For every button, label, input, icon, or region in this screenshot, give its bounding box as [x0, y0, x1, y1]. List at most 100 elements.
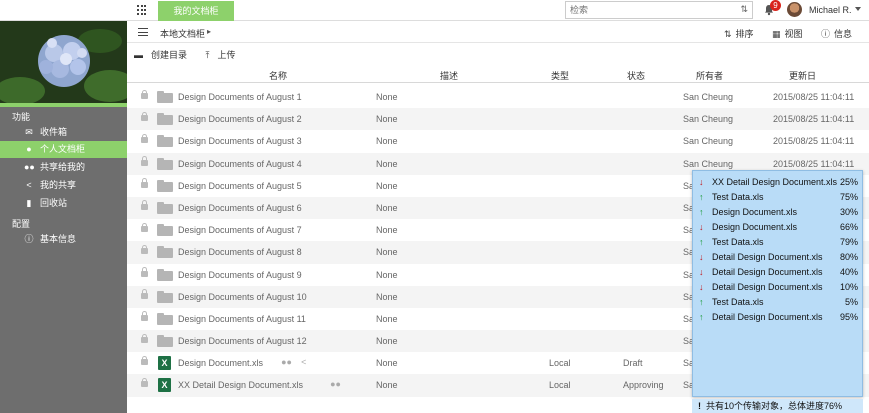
cell-name[interactable]: Design Documents of August 11 [178, 314, 306, 324]
transfer-file-name: Test Data.xls [712, 237, 764, 247]
breadcrumb-bar: 本地文档柜 ▸ ⇅ 排序 ▦ 视图 ⓘ 信息 [127, 21, 869, 43]
sort-icon: ⇅ [724, 29, 732, 39]
shared-users-icon[interactable]: ●● [281, 357, 292, 367]
tab-my-cabinet[interactable]: 我的文档柜 [158, 1, 234, 21]
sidebar-item-my-shares[interactable]: < 我的共享 [0, 177, 127, 194]
cell-name[interactable]: Design Documents of August 8 [178, 247, 302, 257]
column-header-status[interactable]: 状态 [627, 69, 645, 82]
lock-icon[interactable] [141, 355, 148, 366]
folder-icon [157, 135, 173, 148]
cell-type: Local [549, 380, 571, 391]
column-header-description[interactable]: 描述 [440, 69, 458, 82]
breadcrumb[interactable]: 本地文档柜 [160, 27, 205, 40]
lock-icon[interactable] [141, 156, 148, 166]
sidebar-item-label: 我的共享 [40, 180, 77, 190]
sidebar-item-shared-with-me[interactable]: ●● 共享给我的 [0, 159, 127, 176]
transfer-panel: ↓ XX Detail Design Document.xls 25% ↑ Test D… [692, 170, 863, 397]
shared-users-icon[interactable]: ●● [330, 379, 341, 389]
lock-icon[interactable] [141, 311, 148, 321]
sort-az-icon[interactable]: ⇅ [740, 4, 748, 15]
lock-icon[interactable] [141, 133, 148, 144]
lock-icon[interactable] [141, 89, 148, 99]
search-box[interactable]: ⇅ [565, 1, 753, 19]
download-arrow-icon: ↓ [699, 177, 704, 187]
cell-name[interactable]: Design Documents of August 9 [178, 270, 302, 280]
transfer-file-name: Test Data.xls [712, 297, 764, 307]
transfer-item[interactable]: ↑ Test Data.xls 75% [693, 190, 862, 205]
info-button[interactable]: ⓘ 信息 [821, 27, 852, 40]
share-icon[interactable]: < [301, 357, 306, 367]
cell-name[interactable]: Design Documents of August 4 [178, 159, 302, 169]
user-icon: ● [26, 144, 32, 154]
transfer-item[interactable]: ↓ Detail Design Document.xls 10% [693, 280, 862, 295]
chevron-down-icon[interactable] [855, 7, 861, 11]
lock-icon[interactable] [141, 178, 148, 188]
cell-owner: San Cheung [683, 158, 734, 169]
sidebar-item-personal-cabinet[interactable]: ● 个人文档柜 [0, 141, 127, 158]
table-row[interactable]: Design Documents of August 2 None San Cheu… [127, 108, 869, 131]
table-row[interactable]: Design Documents of August 1 None San Cheu… [127, 86, 869, 108]
cell-name[interactable]: Design Documents of August 5 [178, 181, 302, 191]
folder-icon [157, 179, 173, 192]
info-circle-icon: ⓘ [821, 29, 831, 39]
sidebar-item-label: 回收站 [40, 198, 68, 208]
info-icon: ⓘ [24, 234, 34, 244]
sidebar-item-inbox[interactable]: ✉ 收件箱 [0, 124, 127, 141]
section-config: 配置 [12, 219, 31, 229]
cell-name[interactable]: Design Documents of August 3 [178, 136, 302, 146]
cell-name[interactable]: XX Detail Design Document.xls [178, 380, 303, 390]
sidebar-item-recycle-bin[interactable]: ▮ 回收站 [0, 195, 127, 212]
lock-icon[interactable] [141, 267, 148, 277]
create-dir-button[interactable]: ▬ 创建目录 [134, 50, 195, 60]
cell-desc: None [376, 269, 398, 280]
notification-badge: 9 [770, 0, 781, 11]
table-row[interactable]: Design Documents of August 3 None San Cheu… [127, 130, 869, 152]
transfer-item[interactable]: ↑ Test Data.xls 5% [693, 295, 862, 310]
cell-name[interactable]: Design Documents of August 2 [178, 114, 302, 124]
cell-name[interactable]: Design Documents of August 10 [178, 292, 307, 302]
menu-icon[interactable] [138, 28, 148, 36]
excel-file-icon: X [158, 378, 171, 393]
upload-arrow-icon: ↑ [699, 207, 704, 217]
cell-updated: 2015/08/25 11:04:11 [773, 136, 855, 147]
lock-icon[interactable] [141, 377, 148, 388]
lock-icon[interactable] [141, 244, 148, 255]
transfer-item[interactable]: ↑ Detail Design Document.xls 95% [693, 310, 862, 325]
folder-icon [157, 91, 173, 103]
sort-button[interactable]: ⇅ 排序 [724, 27, 754, 40]
lock-icon[interactable] [141, 222, 148, 233]
cell-owner: San Cheung [683, 136, 734, 147]
cell-name[interactable]: Design Documents of August 12 [178, 336, 307, 346]
view-button[interactable]: ▦ 视图 [772, 27, 803, 40]
cell-name[interactable]: Design Document.xls [178, 358, 263, 368]
apps-grid-icon[interactable] [137, 5, 147, 15]
cell-desc: None [376, 336, 398, 347]
column-header-type[interactable]: 类型 [551, 69, 569, 82]
cell-owner: San Cheung [683, 92, 734, 102]
transfer-file-name: Test Data.xls [712, 192, 764, 202]
avatar[interactable] [787, 2, 802, 17]
lock-icon[interactable] [141, 333, 148, 344]
lock-icon[interactable] [141, 289, 148, 299]
column-header-updated[interactable]: 更新日 [789, 69, 816, 82]
transfer-item[interactable]: ↓ XX Detail Design Document.xls 25% [693, 175, 862, 190]
upload-button[interactable]: ⤒ 上传 [206, 50, 244, 60]
cell-name[interactable]: Design Documents of August 1 [178, 92, 302, 102]
column-header-name[interactable]: 名称 [269, 69, 287, 82]
cell-name[interactable]: Design Documents of August 6 [178, 203, 302, 213]
search-input[interactable] [566, 2, 716, 18]
lock-icon[interactable] [141, 200, 148, 210]
cell-desc: None [376, 180, 398, 191]
upload-arrow-icon: ↑ [699, 237, 704, 247]
cell-name[interactable]: Design Documents of August 7 [178, 225, 302, 235]
transfer-item[interactable]: ↑ Design Document.xls 30% [693, 205, 862, 220]
transfer-item[interactable]: ↓ Detail Design Document.xls 80% [693, 250, 862, 265]
sidebar-item-basic-info[interactable]: ⓘ 基本信息 [0, 231, 127, 248]
username[interactable]: Michael R. [809, 5, 852, 15]
transfer-item[interactable]: ↓ Design Document.xls 66% [693, 220, 862, 235]
column-header-owner[interactable]: 所有者 [696, 69, 723, 82]
transfer-summary[interactable]: ! 共有10个传输对象，总体进度76% [692, 399, 863, 413]
lock-icon[interactable] [141, 111, 148, 122]
transfer-item[interactable]: ↓ Detail Design Document.xls 40% [693, 265, 862, 280]
transfer-item[interactable]: ↑ Test Data.xls 79% [693, 235, 862, 250]
